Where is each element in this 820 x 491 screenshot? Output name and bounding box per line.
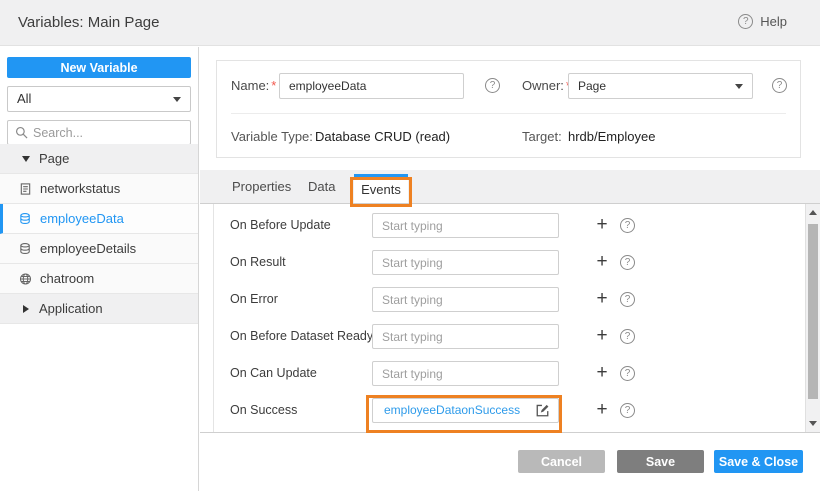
tree-label: employeeData	[40, 211, 124, 226]
chevron-down-icon	[173, 97, 181, 102]
scroll-down-icon[interactable]	[806, 416, 820, 430]
on-before-dataset-ready-input[interactable]	[372, 324, 559, 349]
event-row-on-error: On Error + ?	[200, 287, 820, 312]
variable-filter-select[interactable]: All	[7, 86, 191, 112]
on-before-update-input[interactable]	[372, 213, 559, 238]
event-help-icon[interactable]: ?	[620, 292, 635, 307]
tree-label: networkstatus	[40, 181, 120, 196]
database-icon	[19, 212, 32, 226]
variables-dialog: Variables: Main Page ? Help New Variable…	[0, 0, 820, 491]
required-marker: *	[271, 78, 276, 93]
event-help-icon[interactable]: ?	[620, 366, 635, 381]
tab-events[interactable]: Events	[354, 174, 408, 203]
tree-label: Page	[39, 151, 69, 166]
variable-tree: Page networkstatus emplo	[0, 144, 198, 324]
owner-label: Owner:*	[522, 73, 571, 99]
on-can-update-input[interactable]	[372, 361, 559, 386]
event-help-icon[interactable]: ?	[620, 255, 635, 270]
event-label: On Result	[230, 250, 286, 275]
divider	[231, 113, 786, 114]
name-label: Name:*	[231, 73, 276, 99]
variables-sidebar: New Variable All Page	[0, 47, 199, 491]
tab-properties[interactable]: Properties	[232, 170, 291, 203]
add-event-icon[interactable]: +	[594, 324, 610, 349]
event-label: On Error	[230, 287, 278, 312]
owner-select[interactable]: Page	[568, 73, 753, 99]
owner-selected-value: Page	[578, 79, 606, 93]
event-label: On Success	[230, 398, 297, 423]
websocket-icon	[19, 272, 32, 286]
on-error-input[interactable]	[372, 287, 559, 312]
vertical-scrollbar[interactable]	[805, 204, 820, 432]
tab-bar: Properties Data Events	[200, 170, 820, 203]
target-label: Target:	[522, 124, 562, 150]
tree-label: chatroom	[40, 271, 94, 286]
event-help-icon[interactable]: ?	[620, 403, 635, 418]
dialog-header: Variables: Main Page ? Help	[0, 0, 820, 46]
help-label: Help	[760, 14, 787, 29]
add-event-icon[interactable]: +	[594, 213, 610, 238]
on-success-handler-link[interactable]: employeeDataonSuccess	[384, 399, 520, 422]
triangle-down-icon	[22, 156, 30, 162]
help-icon: ?	[738, 14, 753, 29]
event-help-icon[interactable]: ?	[620, 329, 635, 344]
event-row-on-result: On Result + ?	[200, 250, 820, 275]
target-value: hrdb/Employee	[568, 124, 655, 150]
name-help-icon[interactable]: ?	[485, 78, 500, 93]
event-row-on-before-update: On Before Update + ?	[200, 213, 820, 238]
event-row-on-before-dataset-ready: On Before Dataset Ready + ?	[200, 324, 820, 349]
database-icon	[19, 242, 32, 256]
event-row-on-can-update: On Can Update + ?	[200, 361, 820, 386]
event-row-on-success: On Success employeeDataonSuccess + ?	[200, 398, 820, 423]
tree-group-application[interactable]: Application	[0, 294, 198, 324]
tree-label: Application	[39, 301, 103, 316]
search-input[interactable]	[33, 126, 183, 140]
event-help-icon[interactable]: ?	[620, 218, 635, 233]
dialog-footer: Cancel Save Save & Close	[200, 433, 820, 491]
add-event-icon[interactable]: +	[594, 287, 610, 312]
tree-item-employeedata[interactable]: employeeData	[0, 204, 198, 234]
tree-item-networkstatus[interactable]: networkstatus	[0, 174, 198, 204]
filter-selected-value: All	[17, 91, 31, 106]
event-label: On Before Update	[230, 213, 331, 238]
event-label: On Can Update	[230, 361, 317, 386]
model-variable-icon	[19, 182, 32, 196]
add-event-icon[interactable]: +	[594, 398, 610, 423]
tree-item-employeedetails[interactable]: employeeDetails	[0, 234, 198, 264]
tree-item-chatroom[interactable]: chatroom	[0, 264, 198, 294]
save-and-close-button[interactable]: Save & Close	[714, 450, 803, 473]
scrollbar-thumb[interactable]	[808, 224, 818, 399]
edit-icon[interactable]	[535, 403, 550, 418]
owner-help-icon[interactable]: ?	[772, 78, 787, 93]
triangle-right-icon	[23, 305, 29, 313]
event-label: On Before Dataset Ready	[230, 324, 373, 349]
variable-summary-box: Name:* ? Owner:* Page ? Variable Type: D…	[216, 60, 801, 158]
help-button[interactable]: ? Help	[738, 14, 787, 29]
chevron-down-icon	[735, 84, 743, 89]
scroll-up-icon[interactable]	[806, 206, 820, 220]
variable-type-value: Database CRUD (read)	[315, 124, 450, 150]
add-event-icon[interactable]: +	[594, 250, 610, 275]
search-icon	[15, 126, 28, 139]
new-variable-button[interactable]: New Variable	[7, 57, 191, 78]
save-button[interactable]: Save	[617, 450, 704, 473]
variable-type-label: Variable Type:	[231, 124, 313, 150]
tab-data[interactable]: Data	[308, 170, 335, 203]
name-field[interactable]	[279, 73, 464, 99]
on-result-input[interactable]	[372, 250, 559, 275]
on-success-field[interactable]: employeeDataonSuccess	[372, 398, 559, 423]
page-title: Variables: Main Page	[18, 14, 159, 31]
variable-details-section: Name:* ? Owner:* Page ? Variable Type: D…	[200, 47, 820, 170]
cancel-button[interactable]: Cancel	[518, 450, 605, 473]
tree-group-page[interactable]: Page	[0, 144, 198, 174]
add-event-icon[interactable]: +	[594, 361, 610, 386]
events-panel: On Before Update + ? On Result + ? On Er…	[200, 203, 820, 433]
tree-label: employeeDetails	[40, 241, 136, 256]
variable-search	[7, 120, 191, 145]
